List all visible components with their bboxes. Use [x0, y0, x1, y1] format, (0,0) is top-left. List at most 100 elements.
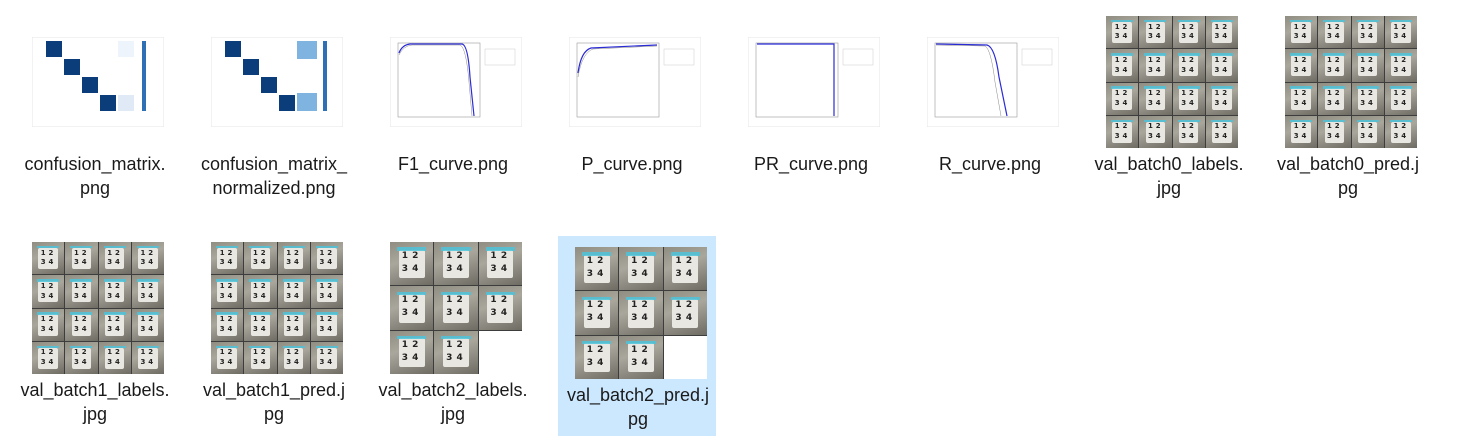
thumbnail-photo-tile: 1234	[663, 291, 707, 335]
thumbnail-photo-tile: 1234	[390, 330, 434, 374]
thumbnail-photo-tile: 1234	[1205, 115, 1238, 148]
curve-chart-thumbnail-icon	[390, 16, 522, 148]
thumbnail-photo-tile: 1234	[131, 275, 164, 308]
thumbnail-photo-tile: 1234	[1318, 115, 1351, 148]
thumbnail-photo-tile	[663, 335, 707, 379]
thumbnail-photo-tile: 1234	[1351, 82, 1384, 115]
thumbnail-photo-tile: 1234	[1172, 49, 1205, 82]
thumbnail-photo-tile: 1234	[1205, 49, 1238, 82]
thumbnail-photo-tile: 1234	[131, 242, 164, 275]
thumbnail-photo-tile: 1234	[619, 291, 663, 335]
file-name: F1_curve.png	[397, 154, 509, 174]
thumbnail-photo-tile: 1234	[1106, 82, 1139, 115]
thumbnail-photo-tile: 1234	[1318, 49, 1351, 82]
thumbnail-photo-tile: 1234	[1139, 49, 1172, 82]
file-name: val_batch1_labels.jpg	[20, 380, 170, 424]
thumbnail-photo-tile: 1234	[1285, 49, 1318, 82]
thumbnail-photo-tile: 1234	[575, 247, 619, 291]
thumbnail-photo-tile: 1234	[244, 308, 277, 341]
thumbnail-photo-tile: 1234	[434, 242, 478, 286]
thumbnail-photo-tile: 1234	[1106, 49, 1139, 82]
thumbnail-photo-tile: 1234	[131, 341, 164, 374]
thumbnail-photo-tile: 1234	[1139, 115, 1172, 148]
file-item-p-curve[interactable]: P_curve.png	[553, 6, 711, 206]
thumbnail-photo-tile: 1234	[478, 242, 522, 286]
thumbnail-photo-tile: 1234	[478, 286, 522, 330]
thumbnail-photo-tile: 1234	[1106, 16, 1139, 49]
file-item-confusion-matrix[interactable]: confusion_matrix.png	[16, 6, 174, 206]
thumbnail-photo-tile: 1234	[32, 341, 65, 374]
thumbnail-photo-tile: 1234	[1318, 16, 1351, 49]
thumbnail-photo-tile: 1234	[98, 242, 131, 275]
thumbnail-photo-tile: 1234	[1285, 82, 1318, 115]
file-item-val-batch2-labels[interactable]: 12341234123412341234123412341234 val_bat…	[374, 232, 532, 432]
file-item-val-batch1-pred[interactable]: 1234123412341234123412341234123412341234…	[195, 232, 353, 432]
thumbnail-photo-tile: 1234	[390, 242, 434, 286]
thumbnail-photo-tile: 1234	[32, 275, 65, 308]
thumbnail-photo-tile: 1234	[1384, 82, 1417, 115]
thumbnail-photo-tile: 1234	[277, 308, 310, 341]
thumbnail-photo-tile: 1234	[131, 308, 164, 341]
file-name: val_batch2_labels.jpg	[378, 380, 528, 424]
file-item-val-batch0-pred[interactable]: 1234123412341234123412341234123412341234…	[1269, 6, 1427, 206]
thumbnail-photo-tile: 1234	[98, 275, 131, 308]
file-item-f1-curve[interactable]: F1_curve.png	[374, 6, 532, 206]
thumbnail-photo-tile: 1234	[434, 286, 478, 330]
file-item-pr-curve[interactable]: PR_curve.png	[732, 6, 890, 206]
thumbnail-photo-tile: 1234	[434, 330, 478, 374]
thumbnail-photo-tile: 1234	[310, 242, 343, 275]
thumbnail-photo-tile: 1234	[1172, 115, 1205, 148]
thumbnail-photo-tile: 1234	[390, 286, 434, 330]
thumbnail-photo-tile: 1234	[1285, 16, 1318, 49]
image-grid-thumbnail-icon: 1234123412341234123412341234123412341234…	[1285, 16, 1417, 148]
file-name: val_batch2_pred.jpg	[566, 385, 710, 429]
thumbnail-photo-tile	[478, 330, 522, 374]
thumbnail-photo-tile: 1234	[65, 275, 98, 308]
file-item-r-curve[interactable]: R_curve.png	[911, 6, 1069, 206]
thumbnail-photo-tile: 1234	[65, 242, 98, 275]
thumbnail-photo-tile: 1234	[244, 275, 277, 308]
thumbnail-photo-tile: 1234	[1106, 115, 1139, 148]
thumbnail-photo-tile: 1234	[244, 242, 277, 275]
thumbnail-photo-tile: 1234	[1318, 82, 1351, 115]
curve-chart-thumbnail-icon	[748, 16, 880, 148]
file-item-val-batch2-pred[interactable]: 12341234123412341234123412341234 val_bat…	[558, 236, 716, 436]
thumbnail-photo-tile: 1234	[1139, 82, 1172, 115]
thumbnail-photo-tile: 1234	[244, 341, 277, 374]
image-grid-thumbnail-icon: 12341234123412341234123412341234	[390, 242, 522, 374]
curve-chart-thumbnail-icon	[569, 16, 701, 148]
thumbnail-photo-tile: 1234	[1172, 82, 1205, 115]
file-name: P_curve.png	[581, 154, 683, 174]
file-name: val_batch0_pred.jpg	[1276, 154, 1420, 198]
thumbnail-photo-tile: 1234	[277, 275, 310, 308]
confusion-matrix-thumbnail-icon	[32, 16, 164, 148]
thumbnail-photo-tile: 1234	[1285, 115, 1318, 148]
thumbnail-photo-tile: 1234	[98, 341, 131, 374]
file-name: val_batch1_pred.jpg	[202, 380, 346, 424]
thumbnail-photo-tile: 1234	[32, 242, 65, 275]
thumbnail-photo-tile: 1234	[1172, 16, 1205, 49]
file-name: R_curve.png	[938, 154, 1042, 174]
file-name: confusion_matrix_normalized.png	[200, 154, 348, 198]
thumbnail-photo-tile: 1234	[310, 341, 343, 374]
thumbnail-photo-tile: 1234	[211, 341, 244, 374]
thumbnail-photo-tile: 1234	[575, 291, 619, 335]
file-name: PR_curve.png	[753, 154, 869, 174]
file-item-confusion-matrix-normalized[interactable]: confusion_matrix_normalized.png	[195, 6, 353, 206]
curve-chart-thumbnail-icon	[927, 16, 1059, 148]
image-grid-thumbnail-icon: 12341234123412341234123412341234	[575, 247, 707, 379]
confusion-matrix-thumbnail-icon	[211, 16, 343, 148]
file-item-val-batch0-labels[interactable]: 1234123412341234123412341234123412341234…	[1090, 6, 1248, 206]
thumbnail-photo-tile: 1234	[277, 341, 310, 374]
thumbnail-photo-tile: 1234	[1384, 115, 1417, 148]
thumbnail-photo-tile: 1234	[619, 335, 663, 379]
thumbnail-photo-tile: 1234	[1351, 49, 1384, 82]
thumbnail-photo-tile: 1234	[1351, 115, 1384, 148]
thumbnail-photo-tile: 1234	[1205, 82, 1238, 115]
image-grid-thumbnail-icon: 1234123412341234123412341234123412341234…	[1106, 16, 1238, 148]
image-grid-thumbnail-icon: 1234123412341234123412341234123412341234…	[211, 242, 343, 374]
file-item-val-batch1-labels[interactable]: 1234123412341234123412341234123412341234…	[16, 232, 174, 432]
thumbnail-photo-tile: 1234	[1384, 49, 1417, 82]
thumbnail-photo-tile: 1234	[310, 308, 343, 341]
thumbnail-photo-tile: 1234	[65, 308, 98, 341]
